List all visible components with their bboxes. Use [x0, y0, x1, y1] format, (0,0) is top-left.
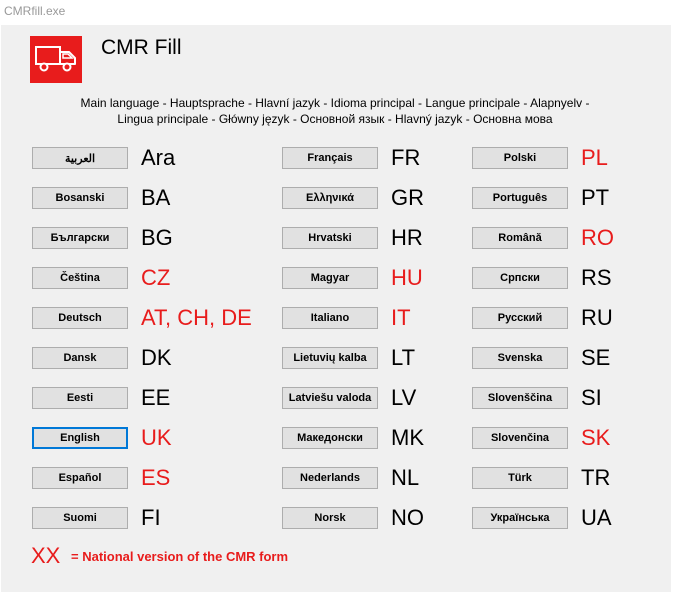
- language-button[interactable]: Български: [32, 227, 128, 249]
- language-button[interactable]: Português: [472, 187, 568, 209]
- language-button[interactable]: Deutsch: [32, 307, 128, 329]
- country-code: RO: [581, 225, 614, 250]
- language-button[interactable]: Norsk: [282, 507, 378, 529]
- country-code: CZ: [141, 265, 171, 290]
- window-titlebar: CMRfill.exe: [0, 0, 673, 24]
- country-code: EE: [141, 385, 171, 410]
- language-button[interactable]: Suomi: [32, 507, 128, 529]
- country-code: RS: [581, 265, 612, 290]
- country-code: DK: [141, 345, 172, 370]
- language-button[interactable]: Español: [32, 467, 128, 489]
- language-button[interactable]: Dansk: [32, 347, 128, 369]
- country-code: AT, CH, DE: [141, 305, 252, 330]
- country-code: SI: [581, 385, 602, 410]
- country-code: IT: [391, 305, 411, 330]
- country-code: GR: [391, 185, 424, 210]
- language-button[interactable]: Slovenščina: [472, 387, 568, 409]
- language-button[interactable]: Čeština: [32, 267, 128, 289]
- language-button[interactable]: Русский: [472, 307, 568, 329]
- country-code: MK: [391, 425, 424, 450]
- country-code: RU: [581, 305, 613, 330]
- language-button[interactable]: Nederlands: [282, 467, 378, 489]
- country-code: Ara: [141, 145, 176, 170]
- legend-text: = National version of the CMR form: [71, 549, 289, 564]
- main-language-caption-line1: Main language - Hauptsprache - Hlavní ja…: [80, 96, 590, 110]
- country-code: SE: [581, 345, 611, 370]
- country-code: FI: [141, 505, 161, 530]
- main-language-caption-line2: Lingua principale - Główny język - Основ…: [117, 112, 553, 126]
- language-button[interactable]: Eesti: [32, 387, 128, 409]
- language-button[interactable]: Polski: [472, 147, 568, 169]
- language-button[interactable]: Lietuvių kalba: [282, 347, 378, 369]
- country-code: HU: [391, 265, 423, 290]
- language-button[interactable]: English: [32, 427, 128, 449]
- language-button[interactable]: Türk: [472, 467, 568, 489]
- language-button[interactable]: Bosanski: [32, 187, 128, 209]
- country-code: NO: [391, 505, 424, 530]
- language-button[interactable]: Українська: [472, 507, 568, 529]
- country-code: LV: [391, 385, 417, 410]
- language-button[interactable]: Ελληνικά: [282, 187, 378, 209]
- language-button[interactable]: Română: [472, 227, 568, 249]
- truck-icon: [30, 36, 82, 83]
- language-button[interactable]: Magyar: [282, 267, 378, 289]
- language-button[interactable]: Македонски: [282, 427, 378, 449]
- app-title: CMR Fill: [101, 36, 182, 59]
- country-code: TR: [581, 465, 611, 490]
- country-code: SK: [581, 425, 611, 450]
- country-code: FR: [391, 145, 421, 170]
- country-code: LT: [391, 345, 416, 370]
- country-code: BA: [141, 185, 171, 210]
- window-title: CMRfill.exe: [4, 4, 66, 18]
- language-button[interactable]: Српски: [472, 267, 568, 289]
- country-code: ES: [141, 465, 171, 490]
- country-code: UA: [581, 505, 612, 530]
- country-code: UK: [141, 425, 172, 450]
- country-code: NL: [391, 465, 420, 490]
- language-button[interactable]: Slovenčina: [472, 427, 568, 449]
- country-code: PL: [581, 145, 608, 170]
- language-button[interactable]: Français: [282, 147, 378, 169]
- country-code: BG: [141, 225, 173, 250]
- language-button[interactable]: العربية: [32, 147, 128, 169]
- country-code: HR: [391, 225, 423, 250]
- legend-sample: XX: [31, 543, 61, 568]
- language-button[interactable]: Svenska: [472, 347, 568, 369]
- country-code: PT: [581, 185, 610, 210]
- language-button[interactable]: Italiano: [282, 307, 378, 329]
- language-button[interactable]: Hrvatski: [282, 227, 378, 249]
- language-button[interactable]: Latviešu valoda: [282, 387, 378, 409]
